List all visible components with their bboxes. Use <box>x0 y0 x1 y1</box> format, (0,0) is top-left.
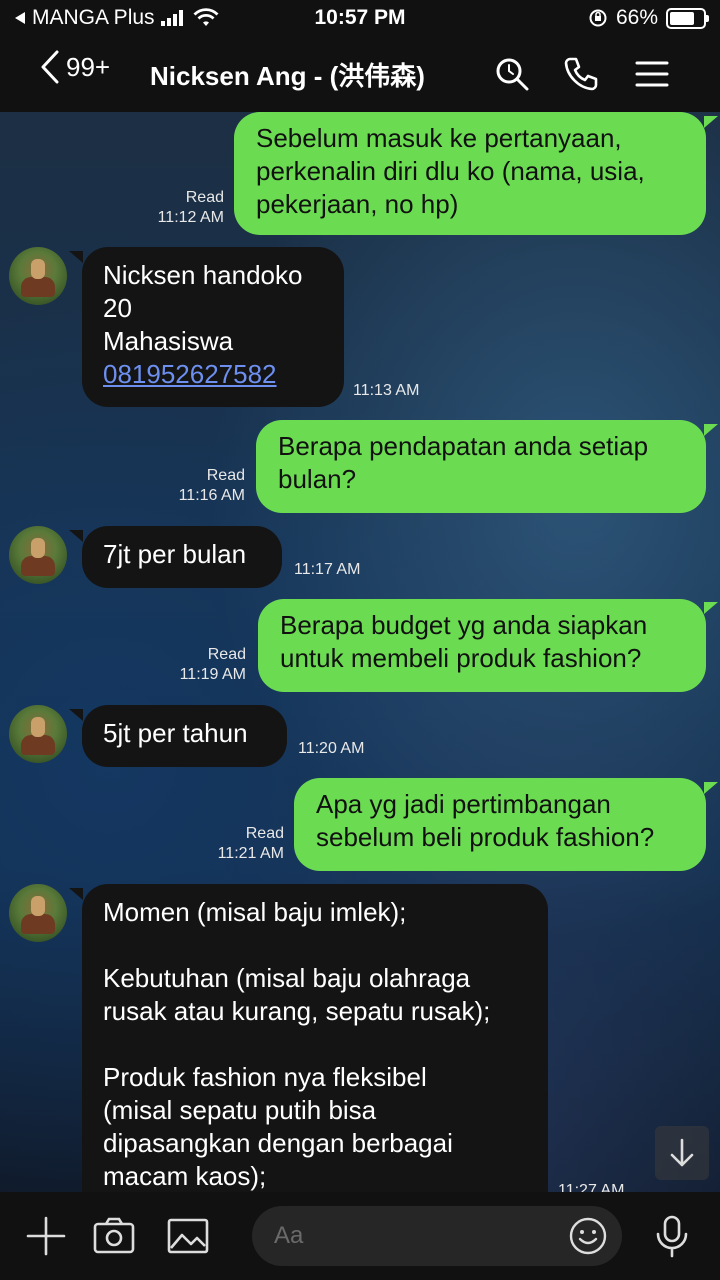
contact-avatar[interactable] <box>9 705 67 763</box>
search-icon[interactable] <box>492 54 532 94</box>
emoji-icon[interactable] <box>568 1216 608 1256</box>
message-line: 7jt per bulan <box>103 539 247 569</box>
message-line: bulan? <box>278 464 357 494</box>
message-line: Apa yg jadi pertimbangan <box>316 789 611 819</box>
message-time: 11:27 AM <box>558 1182 625 1192</box>
read-status: Read <box>185 189 224 206</box>
message-line: pekerjaan, no hp) <box>256 189 459 219</box>
read-status: Read <box>245 825 284 842</box>
outgoing-message[interactable]: Sebelum masuk ke pertanyaan, perkenalin … <box>234 112 706 235</box>
message-line: Mahasiswa <box>103 326 234 356</box>
outgoing-message[interactable]: Berapa budget yg anda siapkan untuk memb… <box>258 599 706 692</box>
message-line: rusak atau kurang, sepatu rusak); <box>103 996 491 1026</box>
incoming-message[interactable]: 5jt per tahun <box>82 705 287 767</box>
chevron-left-icon <box>41 50 59 84</box>
read-status: Read <box>206 467 245 484</box>
contact-avatar[interactable] <box>9 526 67 584</box>
scroll-to-bottom-button[interactable] <box>655 1126 709 1180</box>
message-line: Momen (misal baju imlek); <box>103 897 407 927</box>
image-icon[interactable] <box>166 1214 210 1258</box>
microphone-icon[interactable] <box>650 1214 694 1258</box>
message-input[interactable]: Aa <box>252 1206 622 1266</box>
incoming-message[interactable]: 7jt per bulan <box>82 526 282 588</box>
input-placeholder: Aa <box>274 1222 304 1249</box>
message-line: 20 <box>103 293 132 323</box>
bubble-tail <box>704 116 718 128</box>
chat-header: 99+ Nicksen Ang - (洪伟森) <box>0 36 720 112</box>
contact-name[interactable]: Nicksen Ang - (洪伟森) <box>150 56 425 93</box>
contact-avatar[interactable] <box>9 884 67 942</box>
message-time: 11:21 AM <box>217 845 284 862</box>
message-time: 11:12 AM <box>157 209 224 226</box>
message-line: dipasangkan dengan berbagai <box>103 1128 453 1158</box>
battery-percent: 66% <box>615 6 658 29</box>
message-line: Sebelum masuk ke pertanyaan, <box>256 123 622 153</box>
message-time: 11:16 AM <box>178 487 245 504</box>
message-line: macam kaos); <box>103 1161 267 1191</box>
read-status: Read <box>207 646 246 663</box>
menu-icon[interactable] <box>632 54 672 94</box>
camera-icon[interactable] <box>92 1214 136 1258</box>
message-time: 11:17 AM <box>294 561 361 578</box>
message-meta: Read 11:21 AM <box>218 824 284 864</box>
message-input-bar: Aa <box>0 1192 720 1280</box>
message-line: perkenalin diri dlu ko (nama, usia, <box>256 156 645 186</box>
plus-icon[interactable] <box>24 1214 68 1258</box>
rotation-lock-icon <box>589 9 607 27</box>
status-bar: MANGA Plus 10:57 PM 66% <box>0 0 720 36</box>
message-meta: Read 11:12 AM <box>158 188 224 228</box>
back-button[interactable]: 99+ <box>40 50 110 84</box>
incoming-message[interactable]: Nicksen handoko 20 Mahasiswa 08195262758… <box>82 247 344 407</box>
message-line: 5jt per tahun <box>103 718 248 748</box>
arrow-down-icon <box>670 1138 694 1167</box>
bubble-tail <box>69 251 83 263</box>
message-line: Nicksen handoko <box>103 260 303 290</box>
message-time: 11:13 AM <box>353 382 420 399</box>
message-line: Berapa pendapatan anda setiap <box>278 431 649 461</box>
unread-count: 99+ <box>66 51 111 82</box>
message-line: (misal sepatu putih bisa <box>103 1095 377 1125</box>
message-line: Berapa budget yg anda siapkan <box>280 610 648 640</box>
bubble-tail <box>69 709 83 721</box>
message-line: untuk membeli produk fashion? <box>280 643 642 673</box>
chat-area[interactable]: Sebelum masuk ke pertanyaan, perkenalin … <box>0 112 720 1192</box>
phone-number-link[interactable]: 081952627582 <box>103 358 323 391</box>
phone-icon[interactable] <box>561 54 601 94</box>
bubble-tail <box>69 530 83 542</box>
message-time: 11:20 AM <box>298 740 365 757</box>
outgoing-message[interactable]: Berapa pendapatan anda setiap bulan? <box>256 420 706 513</box>
battery-level <box>670 11 694 25</box>
contact-avatar[interactable] <box>9 247 67 305</box>
incoming-message[interactable]: Momen (misal baju imlek); Kebutuhan (mis… <box>82 884 548 1192</box>
outgoing-message[interactable]: Apa yg jadi pertimbangan sebelum beli pr… <box>294 778 706 871</box>
battery-icon <box>666 7 709 29</box>
status-right: 66% <box>588 6 709 30</box>
message-line: Kebutuhan (misal baju olahraga <box>103 963 471 993</box>
bubble-tail <box>69 888 83 900</box>
message-time: 11:19 AM <box>179 666 246 683</box>
message-line: Produk fashion nya fleksibel <box>103 1062 427 1092</box>
message-meta: Read 11:19 AM <box>180 645 246 685</box>
message-line: sebelum beli produk fashion? <box>316 822 655 852</box>
bubble-tail <box>704 602 718 614</box>
bubble-tail <box>704 782 718 794</box>
bubble-tail <box>704 424 718 436</box>
message-meta: Read 11:16 AM <box>179 466 245 506</box>
